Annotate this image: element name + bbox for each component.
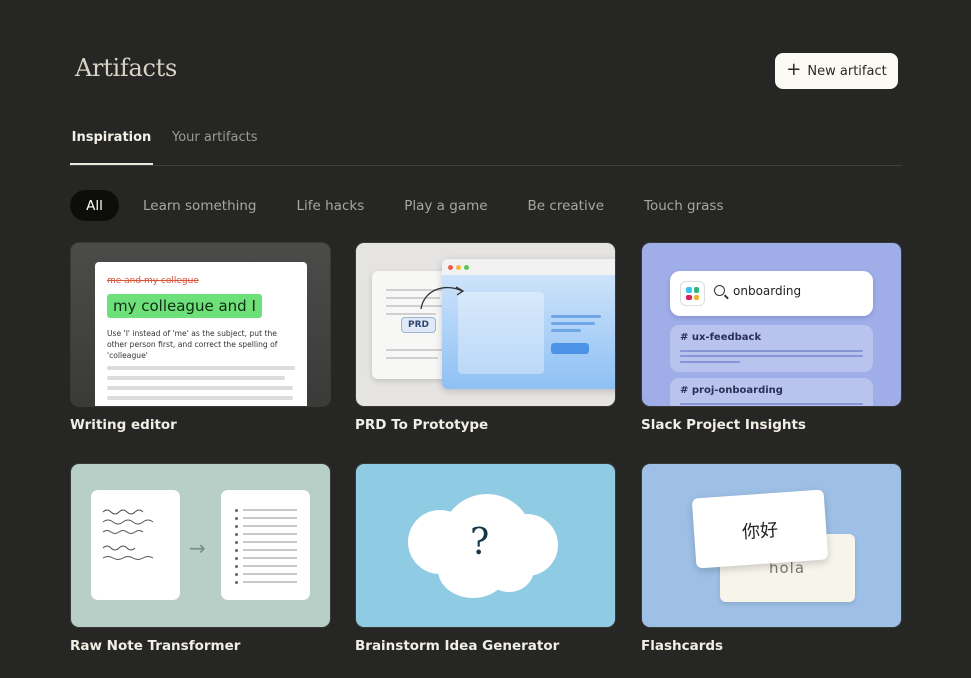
card-title: Brainstorm Idea Generator: [355, 638, 560, 654]
search-query: onboarding: [733, 284, 802, 298]
bullet-icon: [235, 533, 238, 536]
bullet-icon: [235, 525, 238, 528]
filter-learn-something[interactable]: Learn something: [143, 198, 257, 214]
minimize-dot-icon: [456, 265, 461, 270]
tab-inspiration[interactable]: Inspiration: [70, 128, 153, 165]
flashcard-front-text: 你好: [741, 519, 779, 544]
card-raw-note-transformer[interactable]: → Raw Note Transformer: [70, 463, 331, 654]
card-thumbnail: →: [70, 463, 331, 628]
text-line: [386, 357, 438, 359]
card-title: Flashcards: [641, 638, 724, 654]
text-line: [551, 329, 581, 332]
card-flashcards[interactable]: hola 你好 Flashcards: [641, 463, 902, 654]
slack-search-bar: onboarding: [670, 271, 873, 316]
bullet-icon: [235, 581, 238, 584]
filter-all[interactable]: All: [70, 190, 119, 221]
text-line: [107, 376, 285, 380]
text-line: [243, 517, 297, 519]
card-thumbnail: hola 你好: [641, 463, 902, 628]
card-title: PRD To Prototype: [355, 417, 489, 433]
bullet-icon: [235, 517, 238, 520]
bullet-icon: [235, 509, 238, 512]
text-line: [680, 355, 863, 357]
channel-name: # ux-feedback: [680, 332, 762, 343]
card-slack-project-insights[interactable]: onboarding # ux-feedback # proj-onboardi…: [641, 242, 902, 433]
structured-notes-page: [221, 490, 310, 600]
category-filters: All Learn something Life hacks Play a ga…: [70, 190, 764, 221]
plus-icon: +: [786, 59, 802, 80]
card-title: Writing editor: [70, 417, 177, 433]
text-line: [243, 549, 297, 551]
prototype-button: [551, 343, 589, 354]
question-mark-icon: ?: [470, 522, 490, 563]
card-thumbnail: ?: [355, 463, 616, 628]
text-line: [680, 403, 863, 405]
text-line: [107, 386, 293, 390]
search-icon: [714, 285, 725, 296]
text-line: [243, 533, 297, 535]
bullet-icon: [235, 557, 238, 560]
prd-label: PRD: [401, 317, 436, 333]
card-brainstorm-idea-generator[interactable]: ? Brainstorm Idea Generator: [355, 463, 616, 654]
text-line: [243, 581, 297, 583]
page-title: Artifacts: [75, 54, 178, 82]
text-line: [107, 366, 295, 370]
card-thumbnail: onboarding # ux-feedback # proj-onboardi…: [641, 242, 902, 407]
suggestion-note: Use 'I' instead of 'me' as the subject, …: [107, 329, 278, 360]
bullet-icon: [235, 549, 238, 552]
new-artifact-label: New artifact: [807, 63, 887, 79]
filter-life-hacks[interactable]: Life hacks: [297, 198, 365, 214]
close-dot-icon: [448, 265, 453, 270]
text-line: [107, 396, 293, 400]
channel-item: # proj-onboarding: [670, 378, 873, 406]
bullet-icon: [235, 565, 238, 568]
text-line: [243, 573, 297, 575]
text-line: [551, 315, 601, 318]
channel-item: # ux-feedback: [670, 325, 873, 372]
prototype-window: [442, 259, 615, 389]
raw-notes-page: [91, 490, 180, 600]
text-line: [243, 509, 297, 511]
card-thumbnail: me and my collegue my colleague and I Us…: [70, 242, 331, 407]
filter-touch-grass[interactable]: Touch grass: [644, 198, 724, 214]
strikethrough-text: me and my collegue: [107, 276, 199, 286]
card-title: Slack Project Insights: [641, 417, 806, 433]
filter-be-creative[interactable]: Be creative: [528, 198, 604, 214]
curved-arrow-icon: [420, 286, 465, 310]
text-line: [551, 322, 595, 325]
channel-name: # proj-onboarding: [680, 385, 783, 396]
window-titlebar: [442, 259, 615, 275]
text-line: [243, 565, 297, 567]
bullet-icon: [235, 573, 238, 576]
document-preview: me and my collegue my colleague and I Us…: [95, 262, 307, 406]
bullet-icon: [235, 541, 238, 544]
text-line: [243, 525, 297, 527]
new-artifact-button[interactable]: + New artifact: [775, 53, 898, 89]
text-line: [243, 557, 297, 559]
card-prd-to-prototype[interactable]: PRD PRD To Prototype: [355, 242, 616, 433]
text-line: [680, 361, 740, 363]
arrow-right-icon: →: [189, 536, 206, 560]
slack-logo-icon: [680, 281, 705, 306]
text-line: [680, 350, 863, 352]
highlighted-text: my colleague and I: [107, 294, 262, 318]
tab-bar: Inspiration Your artifacts: [70, 128, 902, 166]
text-line: [386, 313, 436, 315]
card-thumbnail: PRD: [355, 242, 616, 407]
filter-play-a-game[interactable]: Play a game: [404, 198, 487, 214]
text-line: [386, 349, 442, 351]
handwriting-scribble-icon: [102, 509, 154, 560]
text-line: [243, 541, 297, 543]
tab-your-artifacts[interactable]: Your artifacts: [172, 128, 257, 165]
card-writing-editor[interactable]: me and my collegue my colleague and I Us…: [70, 242, 331, 433]
prototype-panel: [458, 292, 544, 374]
maximize-dot-icon: [464, 265, 469, 270]
card-title: Raw Note Transformer: [70, 638, 241, 654]
